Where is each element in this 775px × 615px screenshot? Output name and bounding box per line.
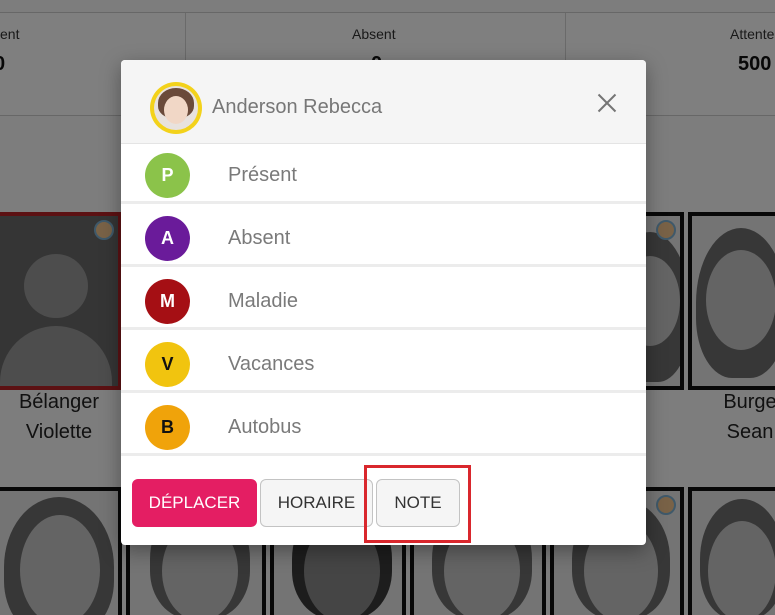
dialog-header: Anderson Rebecca <box>121 60 646 144</box>
close-icon[interactable] <box>595 91 619 115</box>
move-button[interactable]: DÉPLACER <box>132 479 257 527</box>
status-option-present[interactable]: P Présent <box>121 144 646 204</box>
status-option-bus[interactable]: B Autobus <box>121 396 646 456</box>
student-avatar <box>150 82 202 134</box>
student-name: Anderson Rebecca <box>212 96 383 118</box>
status-label: Présent <box>228 164 297 186</box>
vacation-status-icon: V <box>145 342 190 387</box>
bus-status-icon: B <box>145 405 190 450</box>
schedule-button[interactable]: HORAIRE <box>260 479 373 527</box>
status-option-absent[interactable]: A Absent <box>121 207 646 267</box>
status-label: Vacances <box>228 353 315 375</box>
status-label: Autobus <box>228 416 302 438</box>
present-status-icon: P <box>145 153 190 198</box>
note-button-highlight <box>364 465 471 543</box>
status-option-vacation[interactable]: V Vacances <box>121 333 646 393</box>
status-label: Absent <box>228 227 291 249</box>
absent-status-icon: A <box>145 216 190 261</box>
sick-status-icon: M <box>145 279 190 324</box>
status-option-sick[interactable]: M Maladie <box>121 270 646 330</box>
status-label: Maladie <box>228 290 299 312</box>
